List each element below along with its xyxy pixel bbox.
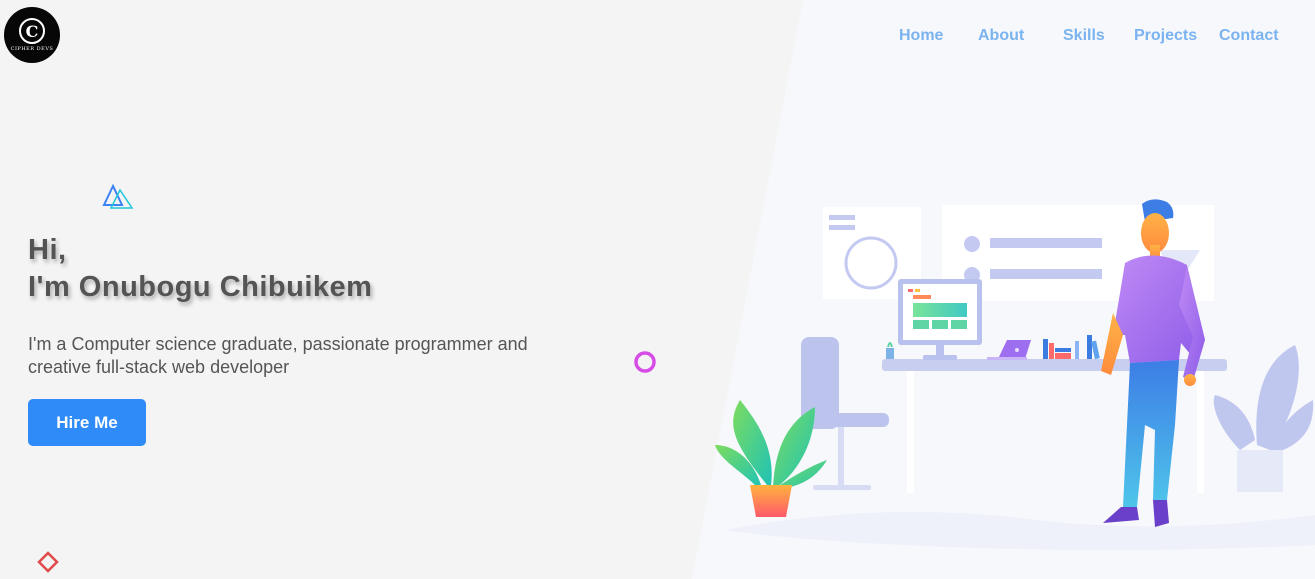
- hero-description: I'm a Computer science graduate, passion…: [28, 333, 638, 379]
- developer-workspace-illustration: [715, 199, 1315, 550]
- main-nav: Home About Skills Projects Contact: [0, 27, 1315, 47]
- hero-heading: Hi, I'm Onubogu Chibuikem: [28, 232, 372, 306]
- nav-link-projects[interactable]: Projects: [1134, 27, 1197, 45]
- nav-link-skills[interactable]: Skills: [1063, 27, 1105, 45]
- nav-link-about[interactable]: About: [978, 27, 1024, 45]
- hire-me-button[interactable]: Hire Me: [28, 399, 146, 446]
- triangle-decoration-icon: [102, 184, 134, 209]
- hero-name: I'm Onubogu Chibuikem: [28, 271, 373, 303]
- nav-link-home[interactable]: Home: [899, 27, 943, 45]
- nav-link-contact[interactable]: Contact: [1219, 27, 1279, 45]
- hero-description-line-2: creative full-stack web developer: [28, 357, 290, 377]
- diamond-decoration-icon: [37, 551, 59, 573]
- hero-greeting: Hi,: [28, 234, 67, 266]
- hero-description-line-1: I'm a Computer science graduate, passion…: [28, 334, 528, 354]
